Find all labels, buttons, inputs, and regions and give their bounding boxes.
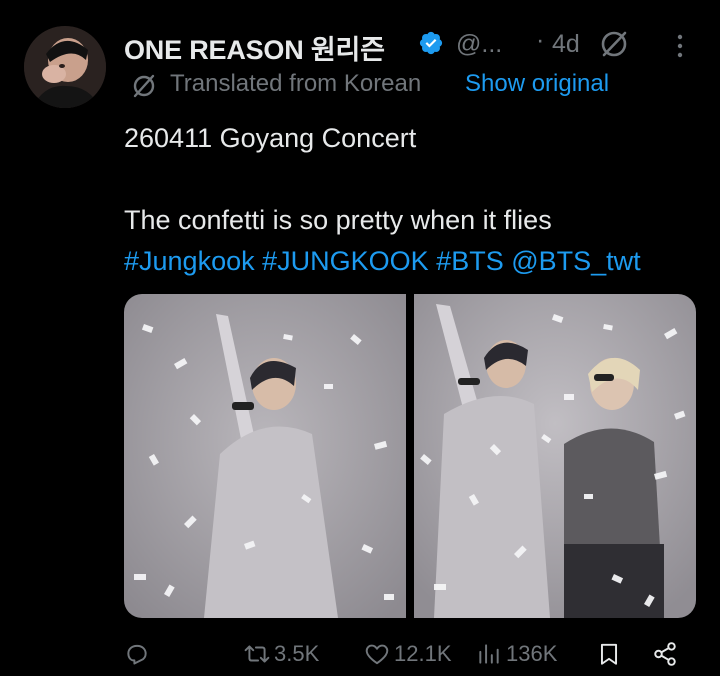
share-icon: [654, 642, 676, 666]
views-count: 136K: [506, 641, 558, 666]
concert-photo[interactable]: [124, 294, 406, 618]
retweet-count: 3.5K: [274, 641, 320, 666]
bookmark-button[interactable]: [596, 634, 622, 674]
hashtag-link[interactable]: #Jungkook: [124, 246, 255, 276]
time-separator: ·: [536, 26, 545, 54]
share-button[interactable]: [652, 634, 678, 674]
bookmark-icon: [600, 643, 618, 665]
timestamp[interactable]: 4d: [552, 30, 580, 59]
grok-icon[interactable]: [598, 28, 630, 60]
like-count: 12.1K: [394, 641, 452, 666]
tweet-text: 260411 Goyang Concert The confetti is so…: [124, 118, 704, 282]
tweet-header: ONE REASON 원리즌 @... · 4d: [124, 24, 700, 67]
translated-label: Translated from Korean: [170, 70, 422, 97]
avatar[interactable]: [24, 26, 106, 108]
concert-photo[interactable]: [414, 294, 696, 618]
views-icon: [479, 644, 499, 664]
hashtag-link[interactable]: #BTS: [436, 246, 504, 276]
like-button[interactable]: 12.1K: [364, 634, 452, 674]
mention-link[interactable]: @BTS_twt: [511, 246, 640, 276]
handle[interactable]: @...: [456, 30, 502, 59]
translate-grok-icon: [133, 74, 155, 98]
views-button[interactable]: 136K: [476, 634, 557, 674]
more-options-icon[interactable]: [670, 32, 690, 60]
verified-badge-icon: [419, 31, 443, 55]
hashtag-link[interactable]: #JUNGKOOK: [262, 246, 429, 276]
reply-icon: [127, 644, 147, 665]
display-name[interactable]: ONE REASON 원리즌: [124, 28, 385, 67]
retweet-button[interactable]: 3.5K: [244, 634, 319, 674]
hashtag-line: #Jungkook #JUNGKOOK #BTS @BTS_twt: [124, 241, 704, 282]
tweet-text-line: 260411 Goyang Concert: [124, 123, 417, 153]
show-original-link[interactable]: Show original: [465, 70, 609, 98]
tweet-text-line: The confetti is so pretty when it flies: [124, 205, 552, 235]
action-bar: 3.5K 12.1K 136K: [124, 634, 696, 674]
reply-button[interactable]: [124, 634, 150, 674]
retweet-icon: [244, 645, 270, 663]
media-grid: [124, 294, 696, 618]
heart-icon: [365, 644, 389, 665]
